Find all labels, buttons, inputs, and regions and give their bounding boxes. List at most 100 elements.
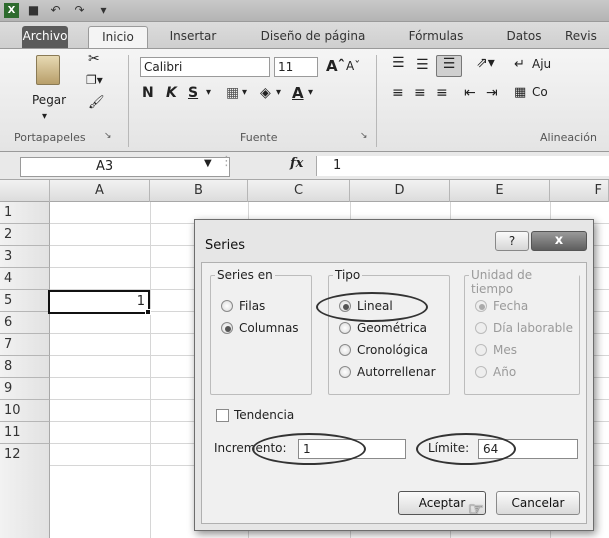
wrap-text-icon[interactable]: ↵	[514, 57, 525, 72]
paste-button[interactable]: Pegar	[32, 93, 66, 107]
align-top-icon[interactable]: ☰	[392, 55, 405, 71]
fill-color-dropdown-icon[interactable]: ▾	[276, 87, 281, 98]
column-header[interactable]: E	[450, 180, 550, 202]
tab-diseno-de-pagina[interactable]: Diseño de página	[248, 26, 378, 48]
format-painter-icon[interactable]: 🖌	[88, 95, 105, 110]
paste-dropdown-icon[interactable]: ▾	[42, 111, 47, 122]
column-header-row: A B C D E F	[0, 180, 609, 202]
paste-icon[interactable]	[36, 55, 60, 85]
save-icon[interactable]: ■	[26, 3, 41, 18]
help-button[interactable]: ?	[495, 231, 529, 251]
decrease-indent-icon[interactable]: ⇤	[464, 85, 476, 101]
tab-inicio[interactable]: Inicio	[88, 26, 148, 48]
radio-autorrellenar[interactable]: Autorrellenar	[339, 364, 436, 380]
radio-columnas[interactable]: Columnas	[221, 320, 299, 336]
radio-geometrica[interactable]: Geométrica	[339, 320, 427, 336]
align-middle-icon[interactable]: ☰	[416, 57, 429, 73]
orientation-icon[interactable]: ⇗▾	[476, 55, 495, 71]
active-cell-a3[interactable]: 1	[48, 290, 150, 314]
tab-revisar[interactable]: Revis	[565, 26, 609, 48]
radio-cronologica[interactable]: Cronológica	[339, 342, 428, 358]
ribbon: Pegar ▾ ✂ ❐▾ 🖌 Portapapeles ↘ Calibri 11…	[0, 48, 609, 152]
tab-formulas[interactable]: Fórmulas	[400, 26, 472, 48]
cut-icon[interactable]: ✂	[88, 51, 100, 67]
radio-dia-laborable[interactable]: Día laborable	[475, 320, 573, 336]
formula-input[interactable]: 1	[316, 156, 609, 176]
grow-font-icon[interactable]: Aˆ	[326, 57, 345, 75]
tab-datos[interactable]: Datos	[494, 26, 554, 48]
gridline	[150, 202, 151, 538]
tab-archivo[interactable]: Archivo	[22, 26, 68, 48]
column-header[interactable]: C	[248, 180, 350, 202]
group-divider	[376, 55, 377, 147]
row-header[interactable]: 2	[0, 224, 50, 246]
row-header[interactable]: 5	[0, 290, 50, 312]
wrap-text-button[interactable]: Aju	[532, 57, 551, 71]
formula-divider-icon: ⋮	[220, 154, 233, 169]
column-header[interactable]: F	[550, 180, 609, 202]
fill-handle[interactable]	[145, 309, 151, 315]
row-header[interactable]: 4	[0, 268, 50, 290]
shrink-font-icon[interactable]: Aˇ	[346, 59, 360, 73]
select-all-corner[interactable]	[0, 180, 50, 202]
radio-ano[interactable]: Año	[475, 364, 516, 380]
radio-columnas-label: Columnas	[239, 321, 299, 335]
borders-dropdown-icon[interactable]: ▾	[242, 87, 247, 98]
column-header[interactable]: A	[50, 180, 150, 202]
merge-icon[interactable]: ▦	[514, 85, 526, 100]
clipboard-group-label: Portapapeles	[14, 131, 86, 144]
series-en-group: Series en Filas Columnas	[210, 268, 312, 395]
italic-button[interactable]: K	[166, 85, 177, 101]
font-color-icon[interactable]: A	[292, 84, 304, 102]
fill-color-icon[interactable]: ◈	[260, 85, 271, 101]
ribbon-tab-bar: Archivo Inicio Insertar Diseño de página…	[0, 22, 609, 48]
font-size-combo[interactable]: 11	[274, 57, 318, 77]
name-box-dropdown-icon[interactable]: ▼	[204, 158, 212, 169]
column-header[interactable]: D	[350, 180, 450, 202]
bold-button[interactable]: N	[142, 85, 154, 101]
undo-icon[interactable]: ↶	[48, 3, 63, 18]
name-box[interactable]: A3	[20, 157, 230, 177]
radio-filas[interactable]: Filas	[221, 298, 265, 314]
cancelar-button[interactable]: Cancelar	[496, 491, 580, 515]
copy-icon[interactable]: ❐▾	[86, 73, 103, 87]
underline-button[interactable]: S	[188, 85, 198, 101]
redo-icon[interactable]: ↷	[72, 3, 87, 18]
radio-fecha[interactable]: Fecha	[475, 298, 528, 314]
align-left-icon[interactable]: ≡	[392, 85, 404, 101]
align-bottom-icon[interactable]: ☰	[436, 55, 462, 77]
close-button[interactable]: x	[531, 231, 587, 251]
font-group-label: Fuente	[240, 131, 278, 144]
font-color-dropdown-icon[interactable]: ▾	[308, 87, 313, 98]
row-header[interactable]: 1	[0, 202, 50, 224]
increase-indent-icon[interactable]: ⇥	[486, 85, 498, 101]
radio-cronologica-label: Cronológica	[357, 343, 428, 357]
tendencia-checkbox[interactable]	[216, 409, 229, 422]
excel-app-icon: X	[4, 3, 19, 18]
font-name-combo[interactable]: Calibri	[140, 57, 270, 77]
radio-icon	[475, 344, 487, 356]
align-right-icon[interactable]: ≡	[436, 85, 448, 101]
merge-button[interactable]: Co	[532, 85, 548, 99]
column-header[interactable]: B	[150, 180, 248, 202]
row-header[interactable]: 9	[0, 378, 50, 400]
row-header[interactable]: 8	[0, 356, 50, 378]
customize-qat-icon[interactable]: ▾	[96, 3, 111, 18]
radio-geometrica-label: Geométrica	[357, 321, 428, 335]
row-header[interactable]: 11	[0, 422, 50, 444]
borders-icon[interactable]: ▦	[226, 85, 239, 101]
radio-filas-label: Filas	[239, 299, 266, 313]
tendencia-label: Tendencia	[234, 408, 295, 422]
font-launcher-icon[interactable]: ↘	[360, 131, 368, 141]
row-header[interactable]: 3	[0, 246, 50, 268]
row-header[interactable]: 6	[0, 312, 50, 334]
tab-insertar[interactable]: Insertar	[162, 26, 224, 48]
underline-dropdown-icon[interactable]: ▾	[206, 87, 211, 98]
row-header[interactable]: 12	[0, 444, 50, 538]
row-header[interactable]: 10	[0, 400, 50, 422]
align-center-icon[interactable]: ≡	[414, 85, 426, 101]
insert-function-button[interactable]: fx	[290, 156, 303, 171]
clipboard-launcher-icon[interactable]: ↘	[104, 131, 112, 141]
row-header[interactable]: 7	[0, 334, 50, 356]
radio-mes[interactable]: Mes	[475, 342, 517, 358]
